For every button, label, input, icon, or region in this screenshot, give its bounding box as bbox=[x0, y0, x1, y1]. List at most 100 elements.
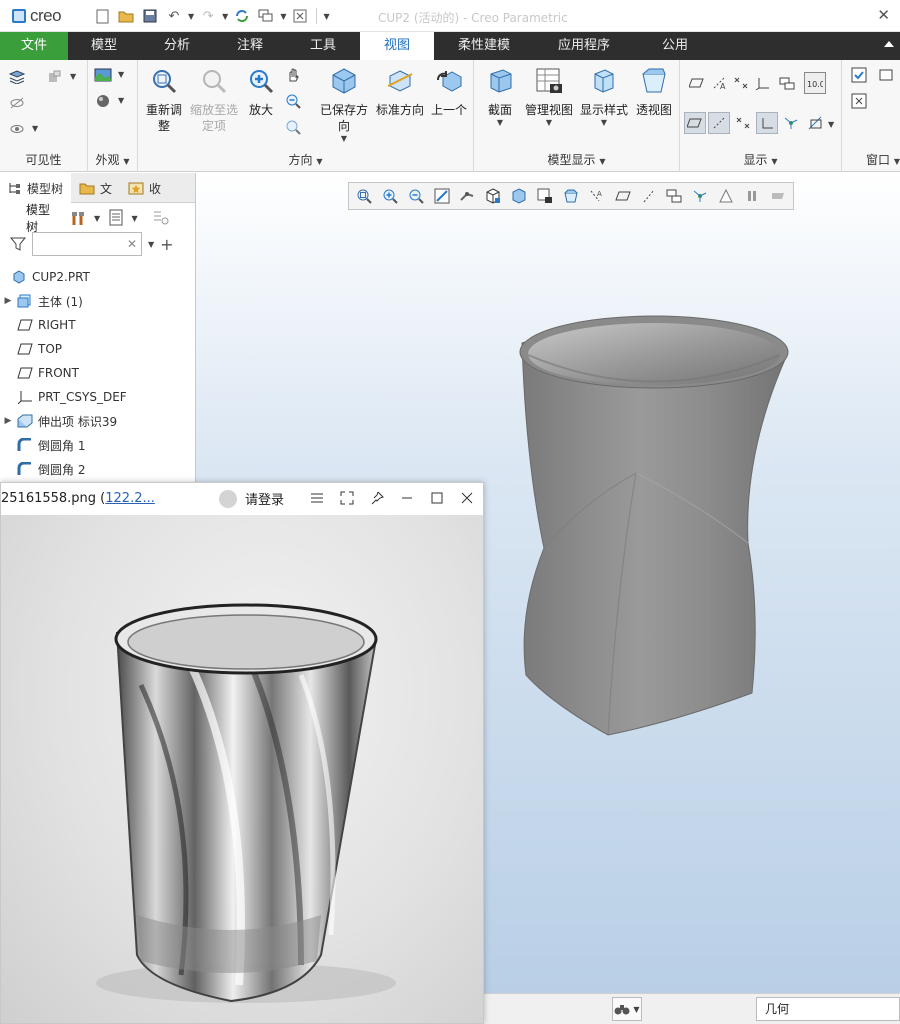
show-dropdown-icon[interactable]: ▼ bbox=[32, 124, 38, 133]
open-folder-icon[interactable] bbox=[116, 6, 136, 26]
find-dropdown-icon[interactable]: ▼ bbox=[633, 1005, 639, 1014]
display-style-button[interactable]: 显示样式 ▼ bbox=[578, 66, 630, 127]
scene-dropdown-icon[interactable]: ▼ bbox=[118, 96, 124, 105]
csys-display-icon[interactable] bbox=[752, 72, 774, 94]
close-window-ribbon-icon[interactable] bbox=[848, 90, 870, 112]
windows-ribbon-icon[interactable] bbox=[876, 64, 898, 86]
refit-button[interactable]: 重新调整 bbox=[142, 66, 186, 134]
save-icon[interactable] bbox=[140, 6, 160, 26]
customize-qat-icon[interactable]: ▼ bbox=[323, 12, 329, 21]
tree-row[interactable]: TOP bbox=[0, 337, 195, 361]
section-dropdown-icon[interactable]: ▼ bbox=[497, 118, 503, 127]
tab-flexible-modeling[interactable]: 柔性建模 bbox=[434, 32, 534, 60]
status-dropdown-icon[interactable]: ▼ bbox=[70, 72, 76, 81]
tree-settings-dropdown-icon[interactable]: ▼ bbox=[94, 214, 100, 223]
minimize-icon[interactable] bbox=[397, 487, 417, 509]
tree-search-input[interactable]: ✕ bbox=[32, 232, 142, 256]
tree-row[interactable]: RIGHT bbox=[0, 313, 195, 337]
tab-folder-browser[interactable]: 文 bbox=[71, 173, 120, 203]
zoom-out-icon[interactable] bbox=[282, 90, 304, 112]
windows-dropdown-icon[interactable]: ▼ bbox=[280, 12, 286, 21]
axis-display-icon[interactable]: A bbox=[708, 72, 730, 94]
status-icon[interactable] bbox=[44, 66, 66, 88]
minimize-ribbon-icon[interactable] bbox=[884, 41, 894, 47]
dimension-display-icon[interactable]: 10.0 bbox=[804, 72, 826, 94]
tree-row[interactable]: CUP2.PRT bbox=[0, 265, 195, 289]
spin-center-icon[interactable] bbox=[780, 112, 802, 134]
point-display-icon[interactable] bbox=[730, 72, 752, 94]
point-tag-display-icon[interactable] bbox=[732, 112, 754, 134]
previous-orientation-button[interactable]: 上一个 bbox=[428, 66, 470, 118]
saved-orientations-button[interactable]: 已保存方向 ▼ bbox=[316, 66, 372, 143]
tree-settings-icon[interactable] bbox=[69, 209, 86, 227]
section-button[interactable]: 截面 ▼ bbox=[480, 66, 520, 127]
image-source-link[interactable]: 122.2... bbox=[105, 491, 155, 506]
clear-search-icon[interactable]: ✕ bbox=[127, 237, 137, 251]
tab-model[interactable]: 模型 bbox=[68, 32, 140, 60]
csys-tag-display-icon[interactable] bbox=[756, 112, 778, 134]
search-dropdown-icon[interactable]: ▼ bbox=[148, 240, 154, 249]
undo-dropdown-icon[interactable]: ▼ bbox=[188, 12, 194, 21]
maximize-icon[interactable] bbox=[427, 487, 447, 509]
tree-row[interactable]: FRONT bbox=[0, 361, 195, 385]
tree-row[interactable]: ▶ 主体 (1) bbox=[0, 289, 195, 313]
tab-applications[interactable]: 应用程序 bbox=[534, 32, 634, 60]
activate-window-icon[interactable] bbox=[848, 64, 870, 86]
spin-icon[interactable] bbox=[282, 116, 304, 138]
add-column-icon[interactable]: + bbox=[160, 235, 173, 254]
regenerate-icon[interactable] bbox=[232, 6, 252, 26]
manage-views-dropdown-icon[interactable]: ▼ bbox=[546, 118, 552, 127]
annotation-display-icon[interactable] bbox=[776, 72, 798, 94]
tree-columns-dropdown-icon[interactable]: ▼ bbox=[132, 214, 138, 223]
close-window-icon[interactable] bbox=[290, 6, 310, 26]
tab-annotate[interactable]: 注释 bbox=[214, 32, 286, 60]
undo-icon[interactable]: ↶ bbox=[164, 6, 184, 26]
tree-row[interactable]: 倒圆角 2 bbox=[0, 457, 195, 481]
show-icon[interactable] bbox=[6, 118, 28, 140]
standard-orientation-button[interactable]: 标准方向 bbox=[374, 66, 426, 118]
pin-icon[interactable] bbox=[367, 487, 387, 509]
new-file-icon[interactable] bbox=[92, 6, 112, 26]
tab-common[interactable]: 公用 bbox=[634, 32, 716, 60]
manage-views-button[interactable]: 管理视图 ▼ bbox=[524, 66, 574, 127]
tree-row[interactable]: ▶ 伸出项 标识39 bbox=[0, 409, 195, 433]
zoom-in-button[interactable]: 放大 bbox=[242, 66, 280, 118]
tab-model-tree[interactable]: 模型树 bbox=[0, 173, 72, 203]
pan-icon[interactable] bbox=[282, 64, 304, 86]
app-close-icon[interactable]: ✕ bbox=[877, 6, 890, 24]
tab-tools[interactable]: 工具 bbox=[286, 32, 360, 60]
axis-tag-display-icon[interactable] bbox=[708, 112, 730, 134]
appearance-dropdown-icon[interactable]: ▼ bbox=[118, 70, 124, 79]
tab-view[interactable]: 视图 bbox=[360, 32, 434, 60]
menu-icon[interactable] bbox=[307, 487, 327, 509]
saved-orientations-dropdown-icon[interactable]: ▼ bbox=[341, 134, 347, 143]
windows-icon[interactable] bbox=[256, 6, 276, 26]
zoom-to-selected-button[interactable]: 缩放至选定项 bbox=[188, 66, 240, 134]
close-icon[interactable] bbox=[457, 487, 477, 509]
fullscreen-icon[interactable] bbox=[337, 487, 357, 509]
perspective-button[interactable]: 透视图 bbox=[632, 66, 676, 118]
redo-dropdown-icon[interactable]: ▼ bbox=[222, 12, 228, 21]
redo-icon[interactable]: ↷ bbox=[198, 6, 218, 26]
expand-arrow-icon[interactable]: ▶ bbox=[0, 416, 16, 426]
tab-file[interactable]: 文件 bbox=[0, 32, 68, 60]
model-tree-settings-label[interactable]: 模型树 bbox=[26, 201, 61, 235]
show-more-dropdown-icon[interactable]: ▼ bbox=[828, 120, 834, 129]
appearance-gallery-icon[interactable] bbox=[92, 64, 114, 86]
selection-filter-select[interactable]: 几何 bbox=[756, 997, 900, 1021]
3d-notes-icon[interactable] bbox=[804, 112, 826, 134]
plane-tag-display-icon[interactable] bbox=[684, 112, 706, 134]
find-button[interactable]: ▼ bbox=[612, 997, 642, 1021]
tab-analysis[interactable]: 分析 bbox=[140, 32, 214, 60]
filter-funnel-icon[interactable] bbox=[10, 236, 26, 252]
hide-icon[interactable] bbox=[6, 92, 28, 114]
display-style-dropdown-icon[interactable]: ▼ bbox=[601, 118, 607, 127]
expand-arrow-icon[interactable]: ▶ bbox=[0, 296, 16, 306]
tree-row[interactable]: PRT_CSYS_DEF bbox=[0, 385, 195, 409]
tree-filter-settings-icon[interactable] bbox=[152, 209, 169, 227]
tree-columns-icon[interactable] bbox=[108, 209, 123, 227]
layers-icon[interactable] bbox=[6, 66, 28, 88]
tab-favorites[interactable]: 收 bbox=[120, 173, 169, 203]
login-button[interactable]: 请登录 bbox=[219, 489, 284, 508]
tree-row[interactable]: 倒圆角 1 bbox=[0, 433, 195, 457]
